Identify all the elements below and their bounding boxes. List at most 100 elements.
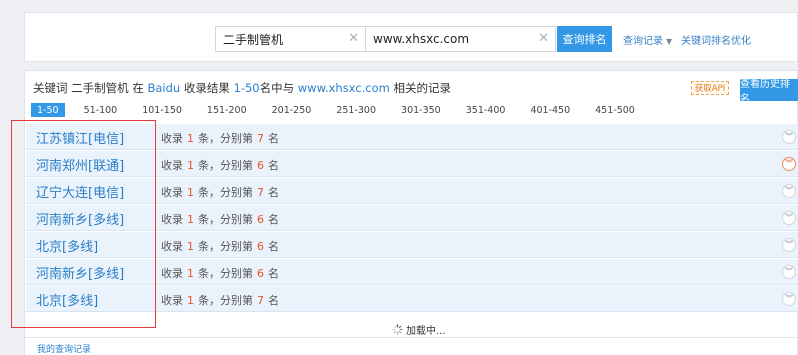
summary-engine: Baidu xyxy=(147,81,181,95)
site-input[interactable]: www.xhsxc.com ✕ xyxy=(366,26,556,52)
region-link[interactable]: 河南新乡[多线] xyxy=(36,263,124,282)
result-row: 河南郑州[联通] 收录 1 条，分别第 6 名 ︾ xyxy=(26,150,798,177)
row-stats: 收录 1 条，分别第 7 名 xyxy=(161,292,279,308)
range-tabs: 1-50 51-100 101-150 151-200 201-250 251-… xyxy=(31,103,654,117)
region-link[interactable]: 北京[多线] xyxy=(36,290,98,309)
indexed-count: 1 xyxy=(187,132,194,145)
tab-range[interactable]: 151-200 xyxy=(201,103,253,117)
row-stats: 收录 1 条，分别第 6 名 xyxy=(161,211,279,227)
result-row: 辽宁大连[电信] 收录 1 条，分别第 7 名 ︾ xyxy=(26,177,798,204)
summary-mid: 收录结果 xyxy=(183,81,230,95)
chevron-double-down-icon[interactable]: ︾ xyxy=(782,238,796,252)
summary-prefix: 关键词 xyxy=(33,81,68,95)
keyword-input[interactable]: 二手制管机 ✕ xyxy=(215,26,366,52)
indexed-count: 1 xyxy=(187,240,194,253)
query-history-dropdown[interactable]: 查询记录 ▼ xyxy=(623,32,672,47)
rank-number: 6 xyxy=(257,267,264,280)
stat-label: 名 xyxy=(268,132,279,145)
region-link[interactable]: 辽宁大连[电信] xyxy=(36,182,124,201)
indexed-count: 1 xyxy=(187,213,194,226)
rank-number: 7 xyxy=(257,186,264,199)
result-row: 河南新乡[多线] 收录 1 条，分别第 6 名 ︾ xyxy=(26,258,798,285)
indexed-count: 1 xyxy=(187,267,194,280)
keyword-optimize-link[interactable]: 关键词排名优化 xyxy=(681,32,751,47)
tab-range[interactable]: 201-250 xyxy=(266,103,318,117)
stat-label: 条，分别第 xyxy=(198,159,253,172)
keyword-input-value: 二手制管机 xyxy=(223,32,284,47)
stat-label: 收录 xyxy=(161,186,183,199)
chevron-double-down-icon[interactable]: ︾ xyxy=(782,157,796,171)
stat-label: 名 xyxy=(268,240,279,253)
chevron-double-down-icon[interactable]: ︾ xyxy=(782,292,796,306)
region-link[interactable]: 河南郑州[联通] xyxy=(36,155,124,174)
stat-label: 名 xyxy=(268,159,279,172)
row-stats: 收录 1 条，分别第 7 名 xyxy=(161,130,279,146)
stat-label: 条，分别第 xyxy=(198,213,253,226)
region-link[interactable]: 北京[多线] xyxy=(36,236,98,255)
results-panel: 关键词 二手制管机 在 Baidu 收录结果 1-50 名中与 www.xhsxc… xyxy=(24,70,798,355)
stat-label: 名 xyxy=(268,294,279,307)
stat-label: 收录 xyxy=(161,213,183,226)
divider xyxy=(25,337,798,338)
stat-label: 名 xyxy=(268,267,279,280)
row-stats: 收录 1 条，分别第 6 名 xyxy=(161,238,279,254)
tab-range[interactable]: 451-500 xyxy=(589,103,641,117)
loading-indicator: 加载中... xyxy=(392,322,446,337)
stat-label: 收录 xyxy=(161,132,183,145)
stat-label: 收录 xyxy=(161,240,183,253)
row-stats: 收录 1 条，分别第 6 名 xyxy=(161,157,279,173)
get-api-button[interactable]: 获取API xyxy=(691,81,729,95)
query-history-label: 查询记录 xyxy=(623,36,663,47)
tab-range[interactable]: 251-300 xyxy=(330,103,382,117)
my-query-records-link[interactable]: 我的查询记录 xyxy=(37,342,91,355)
stat-label: 条，分别第 xyxy=(198,132,253,145)
rank-number: 6 xyxy=(257,213,264,226)
result-row: 北京[多线] 收录 1 条，分别第 6 名 ︾ xyxy=(26,231,798,258)
result-row: 河南新乡[多线] 收录 1 条，分别第 6 名 ︾ xyxy=(26,204,798,231)
tab-range[interactable]: 1-50 xyxy=(31,103,65,117)
region-link[interactable]: 江苏镇江[电信] xyxy=(36,128,124,147)
rank-number: 6 xyxy=(257,159,264,172)
row-stats: 收录 1 条，分别第 6 名 xyxy=(161,265,279,281)
stat-label: 收录 xyxy=(161,159,183,172)
region-link[interactable]: 河南新乡[多线] xyxy=(36,209,124,228)
row-stats: 收录 1 条，分别第 7 名 xyxy=(161,184,279,200)
tab-range[interactable]: 401-450 xyxy=(524,103,576,117)
summary-in: 在 xyxy=(132,81,144,95)
result-row: 江苏镇江[电信] 收录 1 条，分别第 7 名 ︾ xyxy=(26,123,798,150)
chevron-double-down-icon[interactable]: ︾ xyxy=(782,184,796,198)
search-panel: 二手制管机 ✕ www.xhsxc.com ✕ 查询排名 查询记录 ▼ 关键词排名… xyxy=(24,12,798,62)
stat-label: 名 xyxy=(268,186,279,199)
summary-mid2: 名中与 xyxy=(259,81,295,95)
query-rank-button[interactable]: 查询排名 xyxy=(557,26,612,52)
result-row: 北京[多线] 收录 1 条，分别第 7 名 ︾ xyxy=(26,285,798,312)
indexed-count: 1 xyxy=(187,186,194,199)
summary-suffix: 相关的记录 xyxy=(393,81,451,95)
stat-label: 名 xyxy=(268,213,279,226)
chevron-double-down-icon[interactable]: ︾ xyxy=(782,130,796,144)
tab-range[interactable]: 51-100 xyxy=(78,103,124,117)
summary-keyword: 二手制管机 xyxy=(71,81,129,95)
tab-range[interactable]: 101-150 xyxy=(136,103,188,117)
view-history-ranking-button[interactable]: 查看历史排名 xyxy=(740,79,798,105)
loading-text: 加载中... xyxy=(406,326,446,337)
result-list: 江苏镇江[电信] 收录 1 条，分别第 7 名 ︾ 河南郑州[联通] 收录 1 条，分别第 6… xyxy=(26,123,798,312)
summary-site: www.xhsxc.com xyxy=(297,81,390,95)
chevron-double-down-icon[interactable]: ︾ xyxy=(782,211,796,225)
stat-label: 条，分别第 xyxy=(198,267,253,280)
stat-label: 条，分别第 xyxy=(198,186,253,199)
rank-number: 7 xyxy=(257,132,264,145)
tab-range[interactable]: 301-350 xyxy=(395,103,447,117)
chevron-double-down-icon[interactable]: ︾ xyxy=(782,265,796,279)
rank-number: 7 xyxy=(257,294,264,307)
tab-range[interactable]: 351-400 xyxy=(460,103,512,117)
indexed-count: 1 xyxy=(187,294,194,307)
stat-label: 条，分别第 xyxy=(198,294,253,307)
site-clear-close-icon[interactable]: ✕ xyxy=(538,31,549,47)
results-summary: 关键词 二手制管机 在 Baidu 收录结果 1-50名中与 www.xhsxc… xyxy=(33,80,451,96)
keyword-clear-close-icon[interactable]: ✕ xyxy=(348,31,359,47)
rank-number: 6 xyxy=(257,240,264,253)
stat-label: 条，分别第 xyxy=(198,240,253,253)
stat-label: 收录 xyxy=(161,294,183,307)
site-input-value: www.xhsxc.com xyxy=(373,32,470,46)
